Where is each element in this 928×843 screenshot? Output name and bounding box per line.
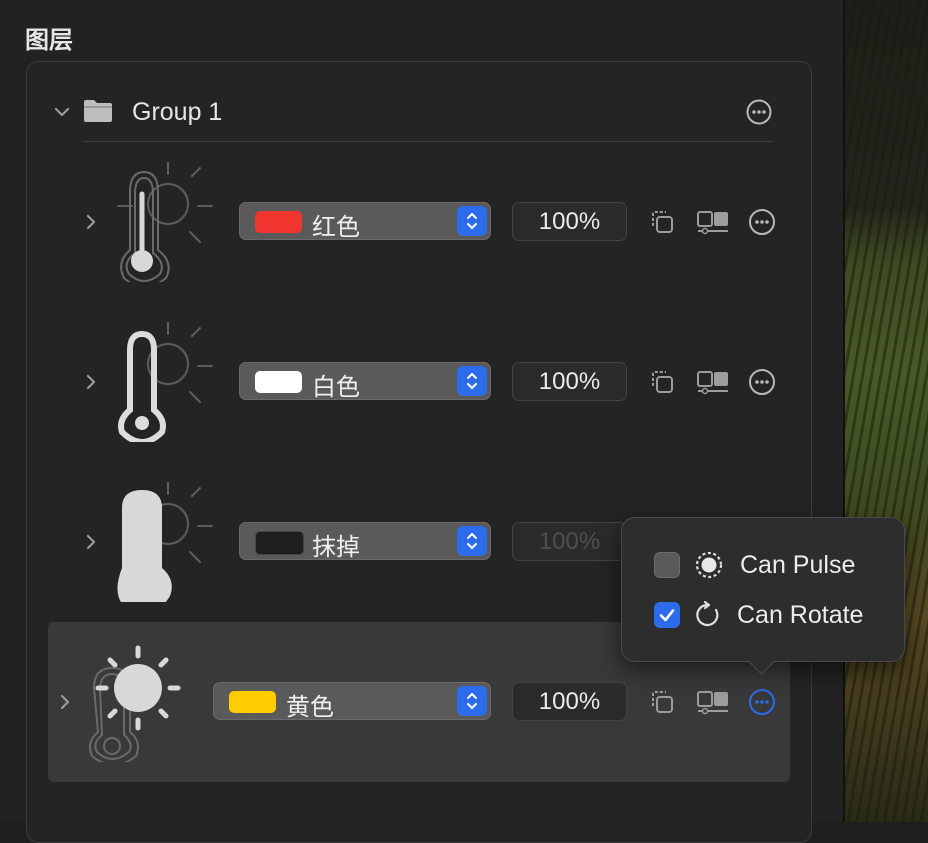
rotate-icon	[694, 600, 724, 630]
panel-title: 图层	[25, 27, 73, 54]
color-popup-button[interactable]: 红色	[239, 202, 491, 241]
color-popup-button[interactable]: 黄色	[213, 682, 491, 721]
thermometer-outline-icon	[108, 321, 228, 445]
color-swatch	[255, 211, 302, 233]
visibility-toggle-icon[interactable]	[696, 368, 730, 396]
thermometer-filled-icon	[108, 481, 228, 615]
more-options-icon-active[interactable]	[748, 688, 776, 716]
color-popup-button[interactable]: 抹掉	[239, 522, 491, 561]
folder-icon	[82, 98, 114, 124]
can-rotate-checkbox[interactable]	[654, 602, 680, 628]
visibility-toggle-icon[interactable]	[696, 208, 730, 236]
visibility-toggle-icon[interactable]	[696, 688, 730, 716]
duplicate-icon[interactable]	[648, 688, 676, 716]
can-pulse-option[interactable]: Can Pulse	[652, 550, 892, 580]
chevron-down-icon[interactable]	[50, 100, 74, 124]
thermometer-low-icon	[108, 161, 228, 288]
can-pulse-checkbox[interactable]	[654, 552, 680, 578]
group-header[interactable]: Group 1	[50, 90, 780, 134]
can-rotate-option[interactable]: Can Rotate	[652, 600, 892, 630]
chevron-up-down-icon	[457, 206, 487, 236]
chevron-right-icon[interactable]	[56, 692, 74, 712]
layer-row[interactable]: 红色 100%	[48, 142, 790, 302]
color-name: 黄色	[286, 694, 334, 721]
color-name: 白色	[312, 374, 360, 401]
layer-options-popover: Can Pulse Can Rotate	[621, 517, 905, 662]
can-pulse-label: Can Pulse	[740, 551, 856, 579]
layer-row[interactable]: 白色 100%	[48, 302, 790, 462]
more-options-icon[interactable]	[748, 368, 776, 396]
opacity-field[interactable]: 100%	[512, 682, 627, 721]
color-name: 抹掉	[312, 534, 360, 561]
can-rotate-label: Can Rotate	[737, 601, 864, 629]
more-options-icon[interactable]	[748, 208, 776, 236]
chevron-up-down-icon	[457, 366, 487, 396]
opacity-field[interactable]: 100%	[512, 522, 627, 561]
opacity-field[interactable]: 100%	[512, 202, 627, 241]
sun-icon	[82, 642, 202, 766]
duplicate-icon[interactable]	[648, 368, 676, 396]
more-options-icon[interactable]	[746, 99, 772, 125]
opacity-field[interactable]: 100%	[512, 362, 627, 401]
group-name: Group 1	[132, 98, 223, 126]
canvas-photo	[845, 0, 928, 822]
color-popup-button[interactable]: 白色	[239, 362, 491, 401]
chevron-up-down-icon	[457, 526, 487, 556]
pulse-icon	[694, 550, 724, 580]
color-swatch	[229, 691, 276, 713]
color-swatch	[255, 371, 302, 393]
color-name: 红色	[312, 214, 360, 241]
color-swatch	[255, 531, 304, 555]
chevron-right-icon[interactable]	[82, 372, 100, 392]
chevron-up-down-icon	[457, 686, 487, 716]
duplicate-icon[interactable]	[648, 208, 676, 236]
chevron-right-icon[interactable]	[82, 212, 100, 232]
chevron-right-icon[interactable]	[82, 532, 100, 552]
